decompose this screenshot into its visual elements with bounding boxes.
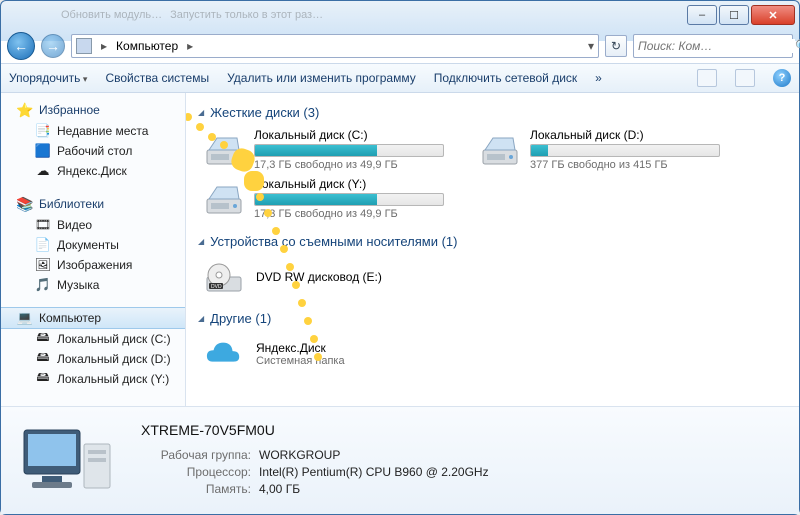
drive-label: Локальный диск (D:) bbox=[530, 128, 730, 142]
yandex-disk-folder[interactable]: Яндекс.Диск Системная папка bbox=[204, 334, 787, 374]
sidebar-item-music[interactable]: 🎵Музыка bbox=[1, 275, 185, 295]
command-toolbar: Упорядочить Свойства системы Удалить или… bbox=[1, 63, 799, 93]
sidebar-item-pictures[interactable]: 🖼Изображения bbox=[1, 255, 185, 275]
preview-pane-button[interactable] bbox=[735, 69, 755, 87]
computer-icon bbox=[76, 38, 92, 54]
drive-usage-bar bbox=[254, 144, 444, 157]
refresh-button[interactable]: ↻ bbox=[605, 35, 627, 57]
drive-free-text: 377 ГБ свободно из 415 ГБ bbox=[530, 159, 730, 171]
sidebar-item-desktop[interactable]: 🟦Рабочий стол bbox=[1, 141, 185, 161]
search-input[interactable]: 🔍 bbox=[633, 34, 793, 58]
workgroup-value: WORKGROUP bbox=[259, 448, 340, 462]
uninstall-program-button[interactable]: Удалить или изменить программу bbox=[227, 71, 416, 85]
sidebar-item-drive-d[interactable]: 🖴Локальный диск (D:) bbox=[1, 349, 185, 369]
drive-icon bbox=[204, 179, 244, 219]
drive-free-text: 17,3 ГБ свободно из 49,9 ГБ bbox=[254, 159, 454, 171]
drive-label: Локальный диск (Y:) bbox=[254, 177, 454, 191]
music-icon: 🎵 bbox=[35, 277, 51, 293]
drive-usage-bar bbox=[530, 144, 720, 157]
forward-button[interactable]: → bbox=[41, 34, 65, 58]
content-area: Жесткие диски (3) Локальный диск (C:) 17… bbox=[186, 93, 799, 406]
window-titlebar: Обновить модуль… Запустить только в этот… bbox=[1, 1, 799, 29]
drive-icon bbox=[480, 130, 520, 170]
sidebar-item-drive-c[interactable]: 🖴Локальный диск (C:) bbox=[1, 329, 185, 349]
sidebar-libraries-header[interactable]: 📚 Библиотеки bbox=[1, 193, 185, 215]
drive-icon: 🖴 bbox=[35, 351, 51, 367]
sidebar-item-videos[interactable]: 🎞Видео bbox=[1, 215, 185, 235]
workgroup-label: Рабочая группа: bbox=[141, 448, 251, 462]
ram-label: Память: bbox=[141, 482, 251, 496]
dvd-label: DVD RW дисковод (E:) bbox=[256, 270, 382, 284]
drive-label: Локальный диск (C:) bbox=[254, 128, 454, 142]
cloud-icon bbox=[204, 334, 244, 374]
drive-y[interactable]: Локальный диск (Y:) 17,3 ГБ свободно из … bbox=[204, 177, 454, 220]
drive-icon: 🖴 bbox=[35, 331, 51, 347]
category-other[interactable]: Другие (1) bbox=[198, 311, 787, 326]
sidebar-item-yandex-disk[interactable]: ☁Яндекс.Диск bbox=[1, 161, 185, 181]
chevron-right-icon[interactable]: ▸ bbox=[98, 39, 110, 53]
drive-d[interactable]: Локальный диск (D:) 377 ГБ свободно из 4… bbox=[480, 128, 730, 171]
dvd-icon bbox=[204, 257, 244, 297]
close-button[interactable]: ✕ bbox=[751, 5, 795, 25]
details-pane: XTREME-70V5FM0U Рабочая группа: WORKGROUP… bbox=[1, 406, 799, 514]
star-icon: ⭐ bbox=[17, 102, 33, 118]
document-icon: 📄 bbox=[35, 237, 51, 253]
search-field[interactable] bbox=[638, 39, 795, 53]
cpu-label: Процессор: bbox=[141, 465, 251, 479]
cpu-value: Intel(R) Pentium(R) CPU B960 @ 2.20GHz bbox=[259, 465, 489, 479]
category-hard-disks[interactable]: Жесткие диски (3) bbox=[198, 105, 787, 120]
computer-name: XTREME-70V5FM0U bbox=[141, 422, 489, 438]
minimize-button[interactable]: – bbox=[687, 5, 717, 25]
background-tabs: Обновить модуль… Запустить только в этот… bbox=[5, 9, 687, 21]
computer-icon: 💻 bbox=[17, 310, 33, 326]
toolbar-overflow-button[interactable]: » bbox=[595, 71, 602, 85]
help-button[interactable]: ? bbox=[773, 69, 791, 87]
ram-value: 4,00 ГБ bbox=[259, 482, 300, 496]
drive-usage-bar bbox=[254, 193, 444, 206]
navigation-pane: ⭐ Избранное 📑Недавние места 🟦Рабочий сто… bbox=[1, 93, 186, 406]
libraries-icon: 📚 bbox=[17, 196, 33, 212]
breadcrumb-item[interactable]: Компьютер bbox=[116, 39, 178, 53]
chevron-right-icon[interactable]: ▸ bbox=[184, 39, 196, 53]
other-label: Яндекс.Диск bbox=[256, 341, 345, 355]
other-subtitle: Системная папка bbox=[256, 355, 345, 367]
recent-icon: 📑 bbox=[35, 123, 51, 139]
system-properties-button[interactable]: Свойства системы bbox=[105, 71, 209, 85]
sidebar-item-drive-y[interactable]: 🖴Локальный диск (Y:) bbox=[1, 369, 185, 389]
back-button[interactable]: ← bbox=[7, 32, 35, 60]
breadcrumb[interactable]: ▸ Компьютер ▸ ▾ bbox=[71, 34, 599, 58]
sidebar-computer-header[interactable]: 💻 Компьютер bbox=[1, 307, 185, 329]
pictures-icon: 🖼 bbox=[35, 257, 51, 273]
sidebar-item-documents[interactable]: 📄Документы bbox=[1, 235, 185, 255]
dropdown-icon[interactable]: ▾ bbox=[588, 39, 594, 53]
sidebar-favorites-header[interactable]: ⭐ Избранное bbox=[1, 99, 185, 121]
sidebar-item-recent-places[interactable]: 📑Недавние места bbox=[1, 121, 185, 141]
video-icon: 🎞 bbox=[35, 217, 51, 233]
map-network-drive-button[interactable]: Подключить сетевой диск bbox=[434, 71, 577, 85]
drive-free-text: 17,3 ГБ свободно из 49,9 ГБ bbox=[254, 208, 454, 220]
search-icon: 🔍 bbox=[795, 39, 800, 53]
drive-icon: 🖴 bbox=[35, 371, 51, 387]
organize-button[interactable]: Упорядочить bbox=[9, 71, 87, 85]
cloud-icon: ☁ bbox=[35, 163, 51, 179]
desktop-icon: 🟦 bbox=[35, 143, 51, 159]
view-options-button[interactable] bbox=[697, 69, 717, 87]
maximize-button[interactable]: ☐ bbox=[719, 5, 749, 25]
computer-thumbnail-icon bbox=[13, 417, 123, 505]
